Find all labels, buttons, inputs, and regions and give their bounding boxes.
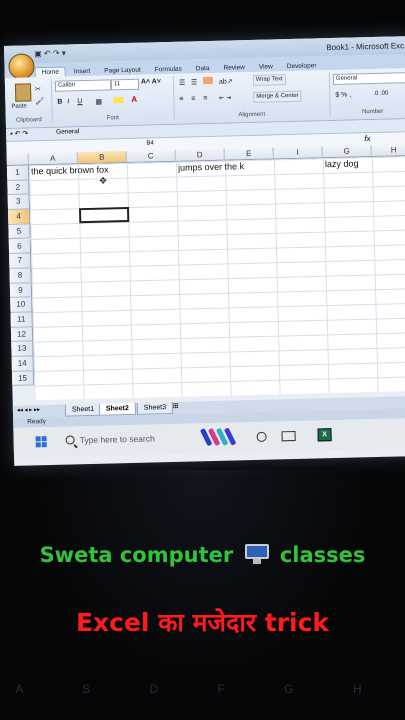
borders-icon[interactable]: ▦ — [95, 98, 102, 106]
cell-area[interactable] — [28, 155, 405, 401]
fx-icon[interactable]: fx — [364, 134, 370, 143]
mouse-cursor-icon: ✥ — [99, 175, 107, 186]
font-color-icon[interactable]: A — [131, 95, 137, 104]
format-painter-icon[interactable]: 🖌 — [35, 97, 44, 105]
format-dropdown[interactable]: General — [56, 128, 79, 136]
paste-button[interactable]: Paste — [11, 103, 26, 109]
font-label: Font — [106, 115, 119, 122]
underline-button[interactable]: U — [77, 98, 82, 105]
currency-icon[interactable]: $ % , — [335, 92, 351, 99]
wrap-text-button[interactable]: Wrap Text — [252, 74, 286, 86]
search-icon — [65, 435, 75, 445]
caption-channel: Sweta computer classes — [0, 543, 405, 567]
row-header[interactable]: 9 — [9, 282, 33, 299]
colored-markers-icon — [199, 427, 241, 448]
monitor-screen: ▣ ↶ ↷ ▾ Book1 - Microsoft Exc Home Inser… — [4, 35, 405, 466]
row-header[interactable]: 11 — [10, 312, 33, 328]
italic-button[interactable]: I — [67, 98, 69, 105]
paste-icon[interactable] — [14, 83, 32, 102]
alignment-label: Alignment — [238, 111, 266, 119]
number-format-select[interactable]: General — [332, 72, 405, 85]
row-header[interactable]: 1 — [6, 165, 30, 181]
column-header[interactable]: H — [371, 143, 405, 158]
row-header[interactable]: 4 — [8, 209, 31, 225]
sheet-tab-1[interactable]: Sheet1 — [64, 403, 102, 417]
font-group: Calibri 11 A˄ A˅ B I U ▦ A Font — [50, 75, 175, 123]
active-cell-b4[interactable] — [78, 206, 130, 224]
excel-taskbar-icon[interactable]: X — [317, 428, 332, 442]
row-header[interactable]: 13 — [11, 341, 34, 357]
row-header[interactable]: 10 — [10, 297, 33, 313]
row-header[interactable]: 6 — [8, 238, 32, 255]
row-header[interactable]: 14 — [11, 356, 34, 372]
select-all-corner[interactable] — [6, 153, 29, 166]
clipboard-group: Paste ✂ 🖌 Clipboard — [4, 78, 53, 124]
row-header[interactable]: 8 — [9, 268, 32, 284]
desktop-computer-icon — [244, 544, 269, 564]
grow-font-icon[interactable]: A˄ A˅ — [141, 78, 161, 85]
align-center-icon[interactable]: ≡ — [191, 95, 195, 102]
cut-icon[interactable]: ✂ — [35, 85, 41, 93]
row-header[interactable]: 3 — [7, 194, 31, 211]
sheet-tab-3[interactable]: Sheet3 — [136, 401, 174, 415]
row-header[interactable]: 7 — [9, 253, 32, 269]
cell-d1[interactable]: jumps over the k — [178, 161, 244, 173]
taskbar-search-input[interactable]: Type here to search — [79, 429, 155, 450]
orientation-icon[interactable]: ab↗ — [219, 77, 233, 85]
align-middle-icon[interactable]: ☰ — [191, 78, 197, 86]
sheet-tab-2[interactable]: Sheet2 — [98, 402, 137, 416]
bold-button[interactable]: B — [57, 99, 62, 106]
cell-a1[interactable]: the quick brown fox — [31, 164, 109, 176]
window-title: Book1 - Microsoft Exc — [326, 41, 405, 53]
row-header[interactable]: 15 — [11, 371, 35, 387]
row-header[interactable]: 5 — [8, 224, 31, 240]
align-bottom-icon[interactable] — [202, 76, 213, 85]
merge-center-button[interactable]: Merge & Center — [253, 90, 302, 103]
align-right-icon[interactable]: ≡ — [203, 95, 207, 102]
indent-icon[interactable]: ⇤ ⇥ — [219, 94, 231, 101]
insert-sheet-icon[interactable]: ⊞ — [173, 402, 179, 410]
number-label: Number — [361, 108, 384, 116]
task-view-icon[interactable] — [281, 430, 296, 442]
windows-start-icon[interactable] — [35, 436, 47, 448]
caption-channel-b: classes — [279, 543, 366, 567]
row-header[interactable]: 12 — [10, 327, 34, 343]
row-header[interactable]: 2 — [7, 180, 30, 196]
office-button[interactable] — [8, 53, 35, 80]
cell-g1[interactable]: lazy dog — [325, 158, 359, 169]
video-frame: ▣ ↶ ↷ ▾ Book1 - Microsoft Exc Home Inser… — [0, 0, 405, 720]
save-icon[interactable]: ▪ ↶ ↷ — [10, 129, 28, 137]
clipboard-label: Clipboard — [15, 117, 42, 124]
number-group: General $ % , .0 .00 Number — [329, 70, 405, 116]
quick-access-toolbar[interactable]: ▣ ↶ ↷ ▾ — [34, 48, 66, 58]
align-left-icon[interactable]: ≡ — [179, 96, 183, 103]
alignment-group: ☰ ☰ ab↗ Wrap Text ≡ ≡ ≡ ⇤ ⇥ Merge & Cent… — [172, 72, 331, 120]
sheet-nav-icon[interactable]: ◂◂ ◂ ▸ ▸▸ — [17, 406, 40, 414]
cortana-icon[interactable] — [256, 431, 267, 442]
decimal-icon[interactable]: .0 .00 — [373, 91, 388, 97]
align-top-icon[interactable]: ☰ — [179, 79, 185, 87]
keyboard-keys: A S D F G H — [15, 682, 390, 696]
name-box[interactable]: B4 — [146, 140, 186, 150]
fill-color-icon[interactable] — [113, 97, 124, 104]
font-name-select[interactable]: Calibri — [54, 79, 112, 92]
font-size-select[interactable]: 11 — [110, 78, 140, 91]
caption-title: Excel का मजेदार trick — [75, 608, 330, 637]
caption-channel-a: Sweta computer — [39, 543, 234, 567]
